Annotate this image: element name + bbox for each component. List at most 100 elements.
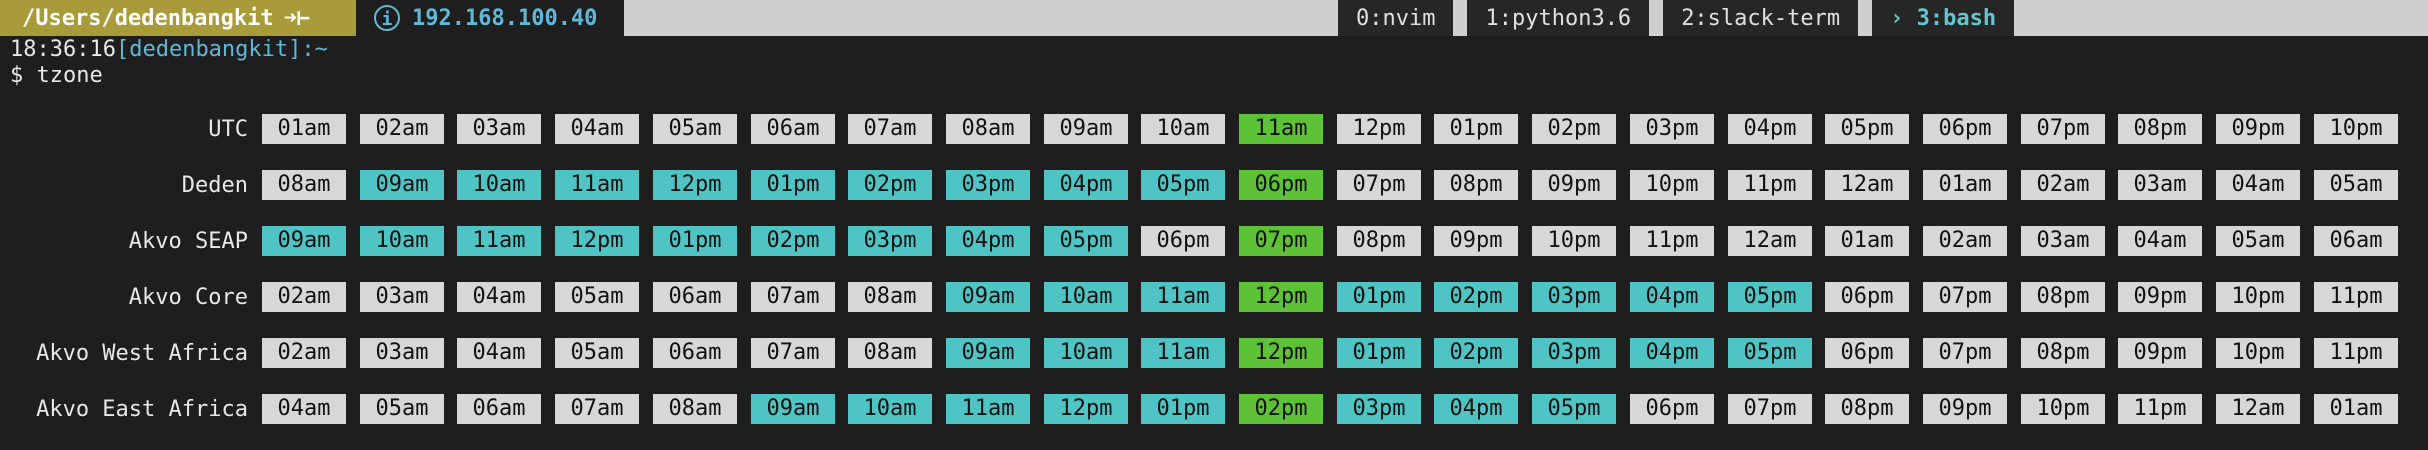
hour-cell: 03pm [848,226,932,256]
hour-cell: 12pm [555,226,639,256]
hour-cell: 11pm [1630,226,1714,256]
hour-cell: 09pm [2216,114,2300,144]
hour-cell: 12pm [1337,114,1421,144]
hour-cell: 01am [262,114,346,144]
hour-cell: 10pm [1532,226,1616,256]
hour-cell: 05pm [1141,170,1225,200]
hour-cell: 05am [653,114,737,144]
tmux-status-bar: /Users/dedenbangkit ➜⊢ i 192.168.100.40 … [0,0,2428,36]
hour-cell: 09pm [2118,282,2202,312]
hour-cell: 04pm [1630,282,1714,312]
timezone-row: Akvo Core 02am 03am 04am 05am 06am 07am 08am 09a… [0,282,2428,314]
hour-cell: 03am [2021,226,2105,256]
hour-cell: 12pm [1044,394,1128,424]
hour-cell: 07pm [1337,170,1421,200]
status-divider [1649,0,1664,36]
hour-cell: 06am [653,282,737,312]
ip-segment: i 192.168.100.40 [356,0,624,36]
hour-cell: 12pm [653,170,737,200]
hour-cell: 10pm [2216,282,2300,312]
window-tab-python[interactable]: 1:python3.6 [1467,0,1650,36]
hour-cell: 07am [751,338,835,368]
ip-address: 192.168.100.40 [412,5,598,31]
hour-cell: 04am [457,282,541,312]
hour-cell: 02pm [848,170,932,200]
hour-cell: 02pm [1434,282,1518,312]
hour-cell: 11am [1141,282,1225,312]
prompt-user: [dedenbangkit]:~ [115,37,328,62]
hour-cell: 04am [2216,170,2300,200]
hour-cell: 03pm [1337,394,1421,424]
hour-cell: 10am [848,394,932,424]
hour-cell: 08am [848,282,932,312]
hour-cell: 01pm [751,170,835,200]
window-tab-slack-term[interactable]: 2:slack-term [1663,0,1859,36]
hour-cell: 04am [555,114,639,144]
current-path-segment: /Users/dedenbangkit ➜⊢ [0,0,356,36]
timezone-label: Deden [181,173,248,198]
hour-cell: 03am [457,114,541,144]
hour-cell: 10am [360,226,444,256]
hour-cell: 10pm [1630,170,1714,200]
hour-cell: 01am [1825,226,1909,256]
hour-cell: 09am [946,282,1030,312]
hour-cell: 09pm [1434,226,1518,256]
hour-cell: 02am [262,338,346,368]
window-tab-nvim[interactable]: 0:nvim [1338,0,1454,36]
hour-cell: 09pm [1923,394,2007,424]
hour-cell: 08am [653,394,737,424]
hour-cell: 02pm [751,226,835,256]
hour-cell: 05pm [1825,114,1909,144]
hour-cell: 09am [360,170,444,200]
command-line[interactable]: $ tzone [10,62,103,90]
hour-cell: 04pm [1434,394,1518,424]
hour-cell: 07pm [1728,394,1812,424]
hour-cell-current: 12pm [1239,338,1323,368]
timezone-row: UTC 01am 02am 03am 04am 05am 06am 07am 08am 09am 1… [0,114,2428,146]
hour-cell: 06pm [1141,226,1225,256]
hour-cell-current: 06pm [1239,170,1323,200]
window-tab-bash[interactable]: › 3:bash [1872,0,2015,36]
hour-cell: 10pm [2216,338,2300,368]
timezone-label: Akvo East Africa [36,397,248,422]
hour-cell: 01pm [1337,282,1421,312]
hour-cell: 05am [2216,226,2300,256]
status-divider [1858,0,1873,36]
timezone-label: Akvo SEAP [128,229,248,254]
hour-cell: 07pm [1923,282,2007,312]
hour-cell: 06pm [1630,394,1714,424]
hour-cell: 08am [848,338,932,368]
hour-cell: 06am [653,338,737,368]
hour-cell: 11am [457,226,541,256]
hour-cell: 01am [1923,170,2007,200]
hour-cell: 09am [1044,114,1128,144]
hour-cell: 08pm [1434,170,1518,200]
hour-cell: 03pm [1532,338,1616,368]
hour-cell: 02am [1923,226,2007,256]
hour-cell: 02am [2021,170,2105,200]
timezone-row: Akvo West Africa 02am 03am 04am 05am 06am 07am… [0,338,2428,370]
hour-cell: 09pm [1532,170,1616,200]
hour-cell: 12am [1825,170,1909,200]
hour-cell: 10pm [2021,394,2105,424]
timezone-label: UTC [208,117,248,142]
hour-cell: 08pm [2021,282,2105,312]
hour-cell: 10pm [2314,114,2398,144]
git-branch-icon: ➜⊢ [283,5,311,31]
timezone-row: Deden 08am 09am 10am 11am 12pm 01pm 02pm 03pm 04p… [0,170,2428,202]
hour-cell-current: 11am [1239,114,1323,144]
hour-cell: 05am [2314,170,2398,200]
hour-cell: 04am [2118,226,2202,256]
hour-cell: 04am [262,394,346,424]
hour-cell: 08pm [2021,338,2105,368]
shell-prompt: 18:36:16[dedenbangkit]:~ [10,36,328,64]
prompt-time: 18:36:16 [10,37,116,62]
hour-cell: 03pm [1630,114,1714,144]
hour-cell: 11pm [2118,394,2202,424]
hour-cell-current: 07pm [1239,226,1323,256]
hour-cell: 02am [360,114,444,144]
hour-cell: 09am [751,394,835,424]
hour-cell: 06pm [1825,282,1909,312]
status-spacer [2014,0,2428,36]
hour-cell: 01pm [1141,394,1225,424]
